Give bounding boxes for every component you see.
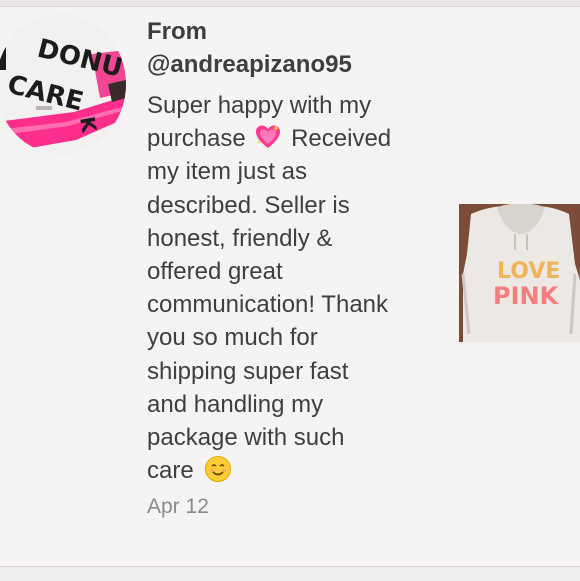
product-print-text: LOVE [497,259,560,284]
bottom-divider [0,566,580,581]
review-date: Apr 12 [147,495,209,518]
message-line: purchase Received [147,122,437,155]
from-label: From [147,18,207,45]
sparkling-heart-icon [254,123,282,151]
message-text: care [147,457,194,485]
avatar-shirt-photo: DONUT CARE K [0,14,126,154]
product-hoodie-photo: LOVE PINK [459,204,580,342]
message-text: purchase [147,125,246,153]
message-line: shipping super fast [147,357,349,385]
message-line: honest, friendly & [147,224,333,252]
message-text: Received [291,125,392,153]
message-line: offered great [147,258,283,286]
message-line: package with such [147,424,345,452]
message-line: you so much for [147,324,318,352]
product-print-text: PINK [493,282,560,310]
message-line: communication! Thank [147,291,389,319]
product-thumbnail[interactable]: LOVE PINK [459,204,580,342]
avatar[interactable]: DONUT CARE K [0,14,126,154]
review-message: Super happy with my purchase Received my… [147,89,437,487]
message-line: described. Seller is [147,191,350,219]
smiling-face-icon [204,455,232,483]
message-line: Super happy with my [147,92,372,119]
message-line: my item just as [147,158,308,186]
username-link[interactable]: @andreapizano95 [147,51,352,79]
top-divider [0,0,580,7]
message-line: and handling my [147,390,324,418]
message-line: care [147,454,437,487]
